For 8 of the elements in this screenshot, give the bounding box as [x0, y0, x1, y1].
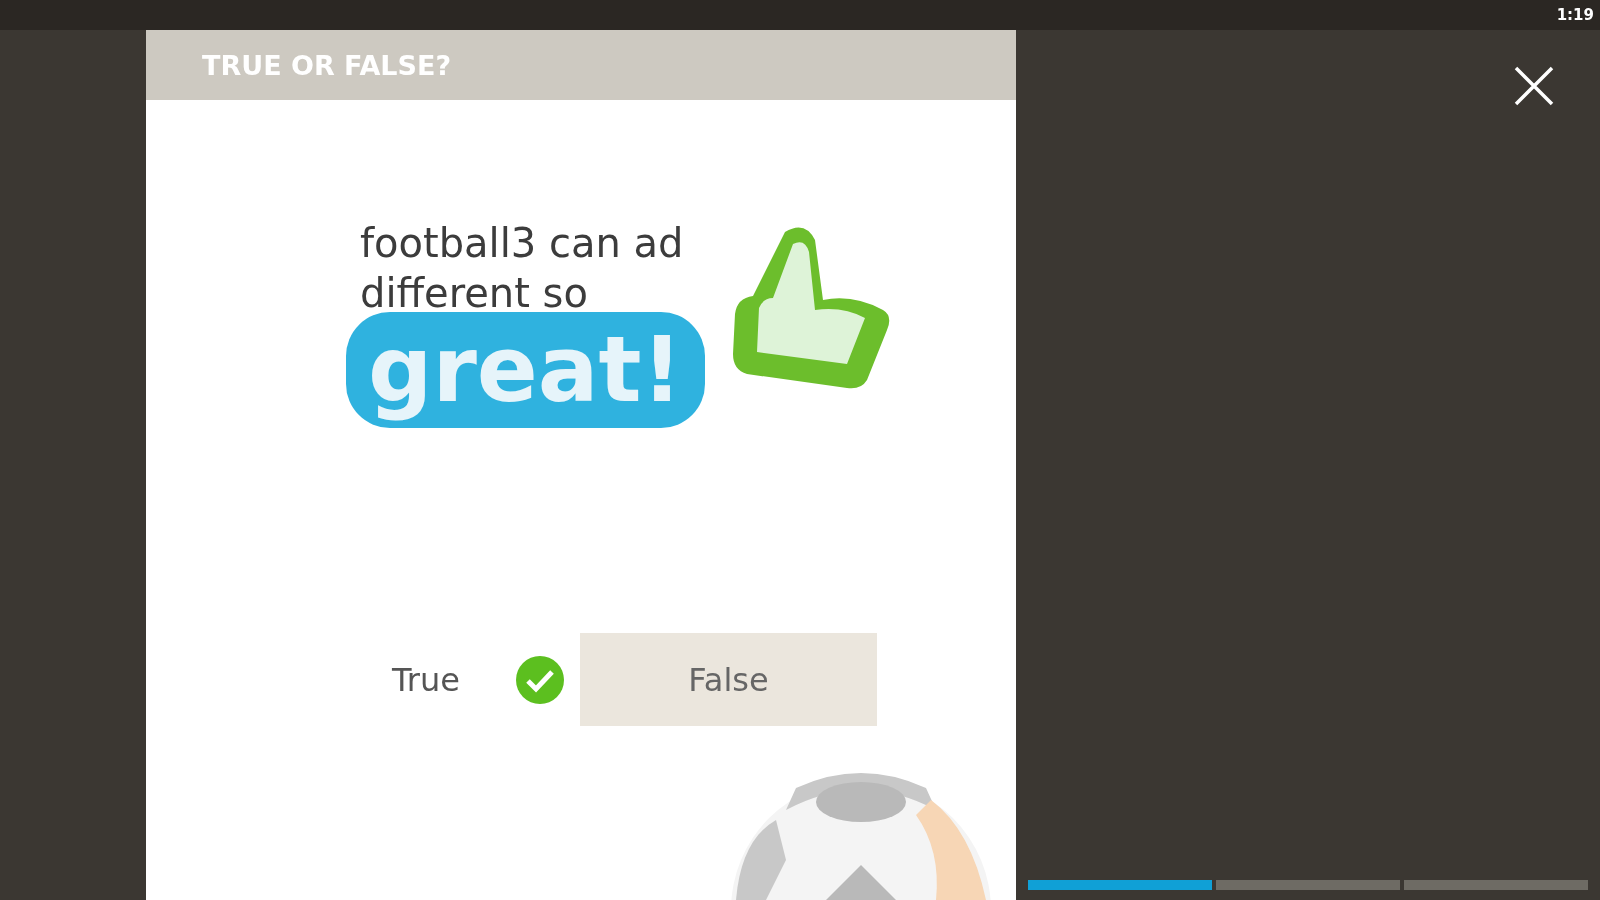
question-text: football3 can ad — [360, 219, 684, 268]
answer-label[interactable]: True — [392, 660, 460, 699]
answer-button[interactable]: False — [579, 633, 877, 726]
quiz-title: TRUE OR FALSE? — [202, 49, 452, 81]
clock-time: 1:19 — [1556, 6, 1594, 24]
check-icon — [515, 655, 564, 704]
sticker-text: great! — [346, 312, 705, 428]
close-icon[interactable] — [1514, 66, 1554, 106]
